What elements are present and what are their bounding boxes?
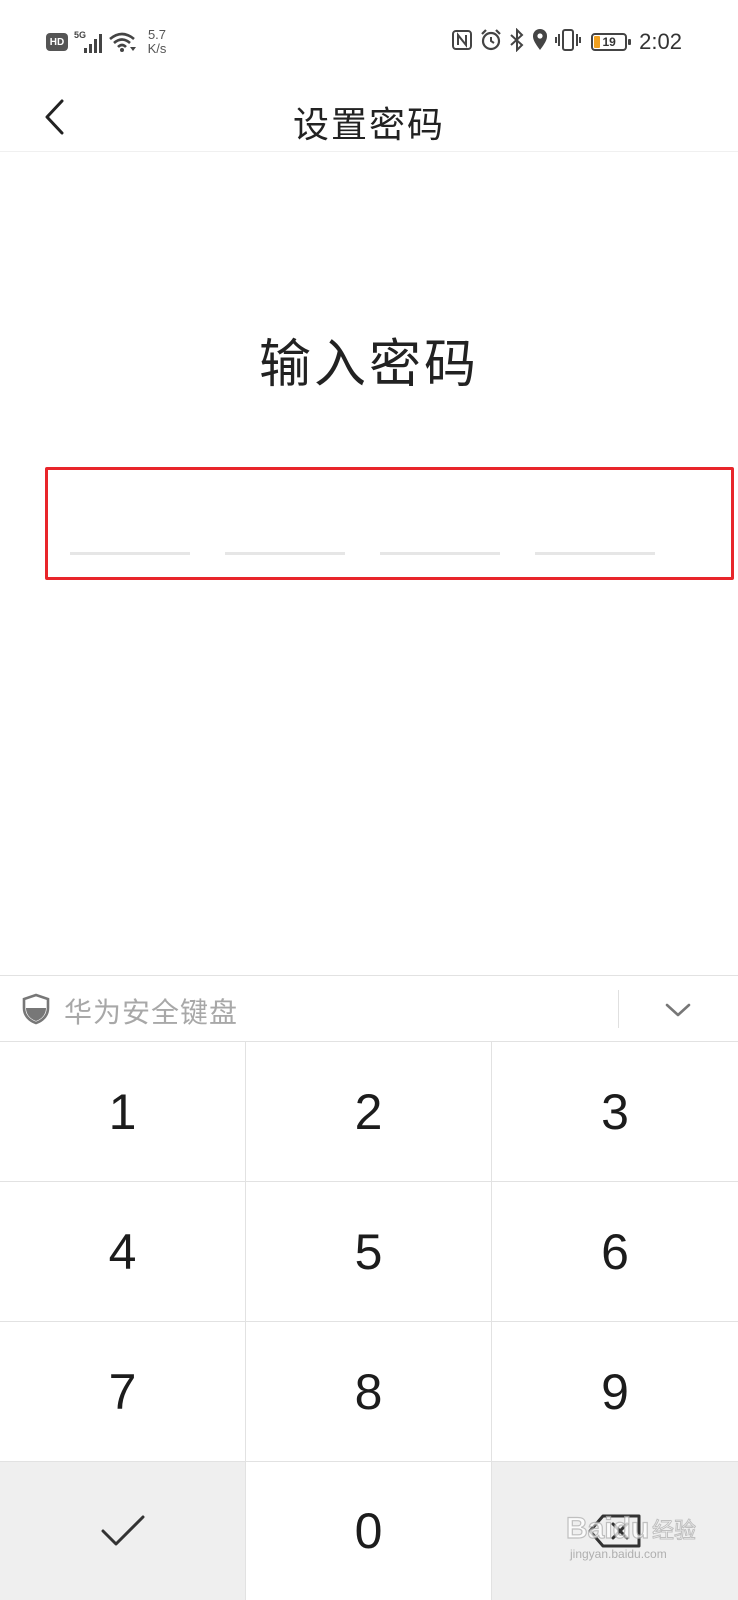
location-icon — [531, 28, 549, 57]
shield-icon — [22, 993, 50, 1029]
key-9[interactable]: 9 — [492, 1322, 738, 1462]
toolbar-divider — [618, 990, 619, 1028]
password-digit-slot-4[interactable] — [535, 552, 655, 555]
key-1[interactable]: 1 — [0, 1042, 246, 1182]
network-speed-unit: K/s — [147, 41, 167, 56]
key-7[interactable]: 7 — [0, 1322, 246, 1462]
page-title: 设置密码 — [292, 105, 445, 146]
confirm-key[interactable] — [0, 1462, 246, 1600]
key-3[interactable]: 3 — [492, 1042, 738, 1182]
watermark-brand: Baidu — [566, 1512, 649, 1545]
network-speed-value: 5.7 — [147, 27, 167, 42]
key-6[interactable]: 6 — [492, 1182, 738, 1322]
set-password-screen: HD 5G 5.7 K/s 19 2:02 设置密码 输入密码 华为安全键盘 1… — [0, 0, 738, 1600]
baidu-jingyan-watermark: Baidu 经验 jingyan.baidu.com — [565, 1500, 716, 1562]
key-2[interactable]: 2 — [246, 1042, 492, 1182]
network-type-label: 5G — [74, 30, 86, 40]
cellular-signal-icon: 5G — [74, 29, 102, 55]
hd-badge: HD — [46, 33, 68, 51]
battery-indicator: 19 — [591, 33, 632, 51]
key-8[interactable]: 8 — [246, 1322, 492, 1462]
key-4[interactable]: 4 — [0, 1182, 246, 1322]
password-digit-slot-3[interactable] — [380, 552, 500, 555]
status-bar: HD 5G 5.7 K/s 19 2:02 — [0, 0, 738, 82]
watermark-suffix: 经验 — [652, 1519, 696, 1544]
nfc-icon — [451, 29, 473, 56]
password-input[interactable] — [45, 467, 734, 580]
battery-fill — [594, 36, 601, 48]
battery-level: 19 — [602, 35, 616, 49]
watermark-url: jingyan.baidu.com — [569, 1547, 667, 1561]
network-speed: 5.7 K/s — [144, 28, 170, 56]
key-0[interactable]: 0 — [246, 1462, 492, 1600]
vibrate-icon — [555, 28, 582, 57]
bluetooth-icon — [509, 27, 525, 57]
keyboard-name: 华为安全键盘 — [64, 996, 239, 1029]
password-digit-slot-1[interactable] — [70, 552, 190, 555]
password-digit-slot-2[interactable] — [225, 552, 345, 555]
password-prompt: 输入密码 — [258, 335, 479, 395]
collapse-keyboard-button[interactable] — [650, 988, 706, 1032]
app-header: 设置密码 — [0, 82, 738, 152]
wifi-icon — [108, 31, 136, 53]
alarm-icon — [479, 28, 503, 57]
status-left: HD 5G 5.7 K/s — [46, 26, 170, 58]
status-right: 19 2:02 — [451, 26, 682, 58]
checkmark-icon — [101, 1515, 144, 1546]
keyboard-toolbar: 华为安全键盘 — [0, 975, 738, 1042]
clock: 2:02 — [639, 29, 682, 54]
chevron-down-icon — [665, 1003, 691, 1017]
key-5[interactable]: 5 — [246, 1182, 492, 1322]
